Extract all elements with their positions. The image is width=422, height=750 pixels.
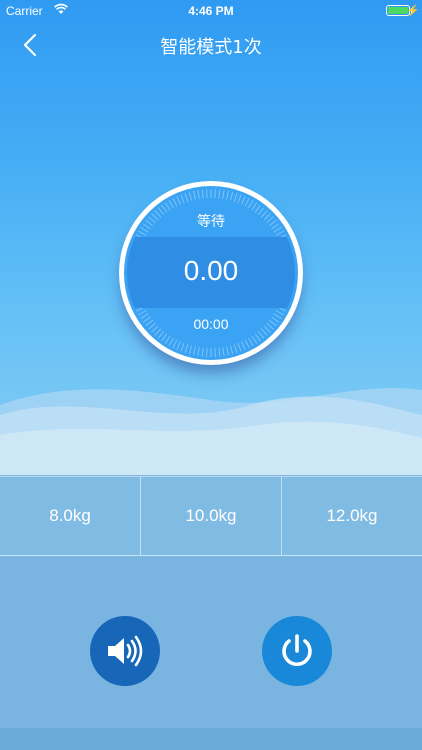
wave-decoration xyxy=(0,388,422,475)
power-icon xyxy=(282,634,312,667)
sound-button[interactable] xyxy=(90,616,160,686)
dial-status: 等待 xyxy=(197,214,225,230)
timer-value: 00:00 xyxy=(193,316,229,332)
controls-panel xyxy=(0,557,422,750)
status-time: 4:46 PM xyxy=(188,4,234,18)
weight-options: 8.0kg 10.0kg 12.0kg xyxy=(0,476,422,556)
bottom-strip xyxy=(0,728,422,750)
status-bar: Carrier 4:46 PM ⚡ xyxy=(0,0,422,22)
power-button[interactable] xyxy=(262,616,332,686)
speaker-icon xyxy=(108,635,143,667)
charging-icon: ⚡ xyxy=(406,5,420,17)
weight-option-12kg[interactable]: 12.0kg xyxy=(281,477,422,555)
page-title: 智能模式1次 xyxy=(160,37,262,58)
weight-option-8kg[interactable]: 8.0kg xyxy=(0,477,140,555)
weight-option-10kg[interactable]: 10.0kg xyxy=(140,477,281,555)
weight-value: 0.00 xyxy=(183,255,239,286)
